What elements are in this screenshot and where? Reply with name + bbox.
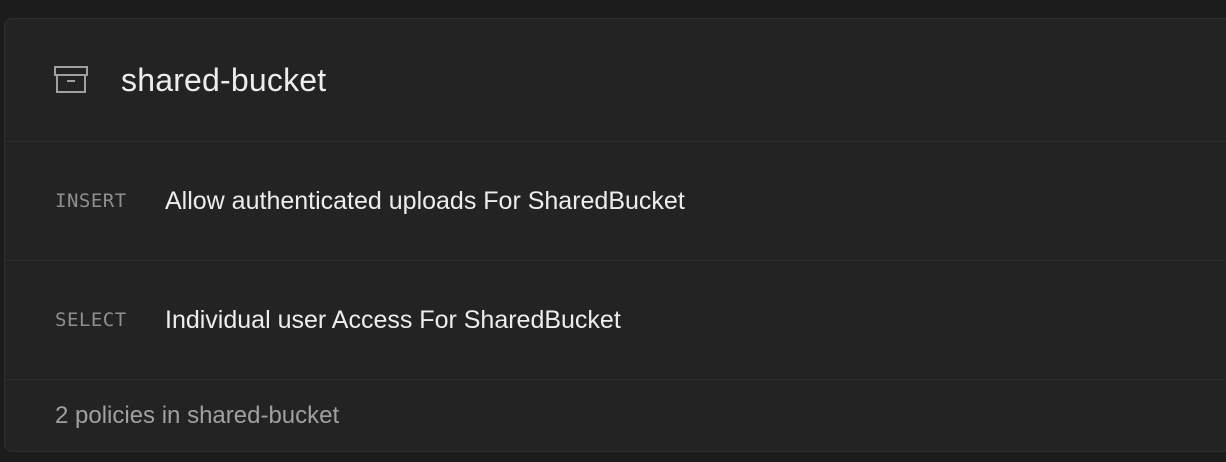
policy-row-select[interactable]: SELECT Individual user Access For Shared… (5, 261, 1226, 380)
policy-row-insert[interactable]: INSERT Allow authenticated uploads For S… (5, 142, 1226, 261)
bucket-header: shared-bucket (5, 19, 1226, 142)
policy-count-footer: 2 policies in shared-bucket (5, 380, 1226, 451)
policy-name: Allow authenticated uploads For SharedBu… (165, 186, 685, 215)
policy-count: 2 policies in shared-bucket (55, 402, 340, 429)
bucket-title: shared-bucket (121, 61, 327, 98)
bucket-policy-card: shared-bucket INSERT Allow authenticated… (4, 18, 1226, 452)
archive-icon (53, 64, 89, 96)
policy-command: INSERT (55, 190, 127, 212)
policy-command: SELECT (55, 309, 127, 331)
policy-name: Individual user Access For SharedBucket (165, 305, 621, 334)
